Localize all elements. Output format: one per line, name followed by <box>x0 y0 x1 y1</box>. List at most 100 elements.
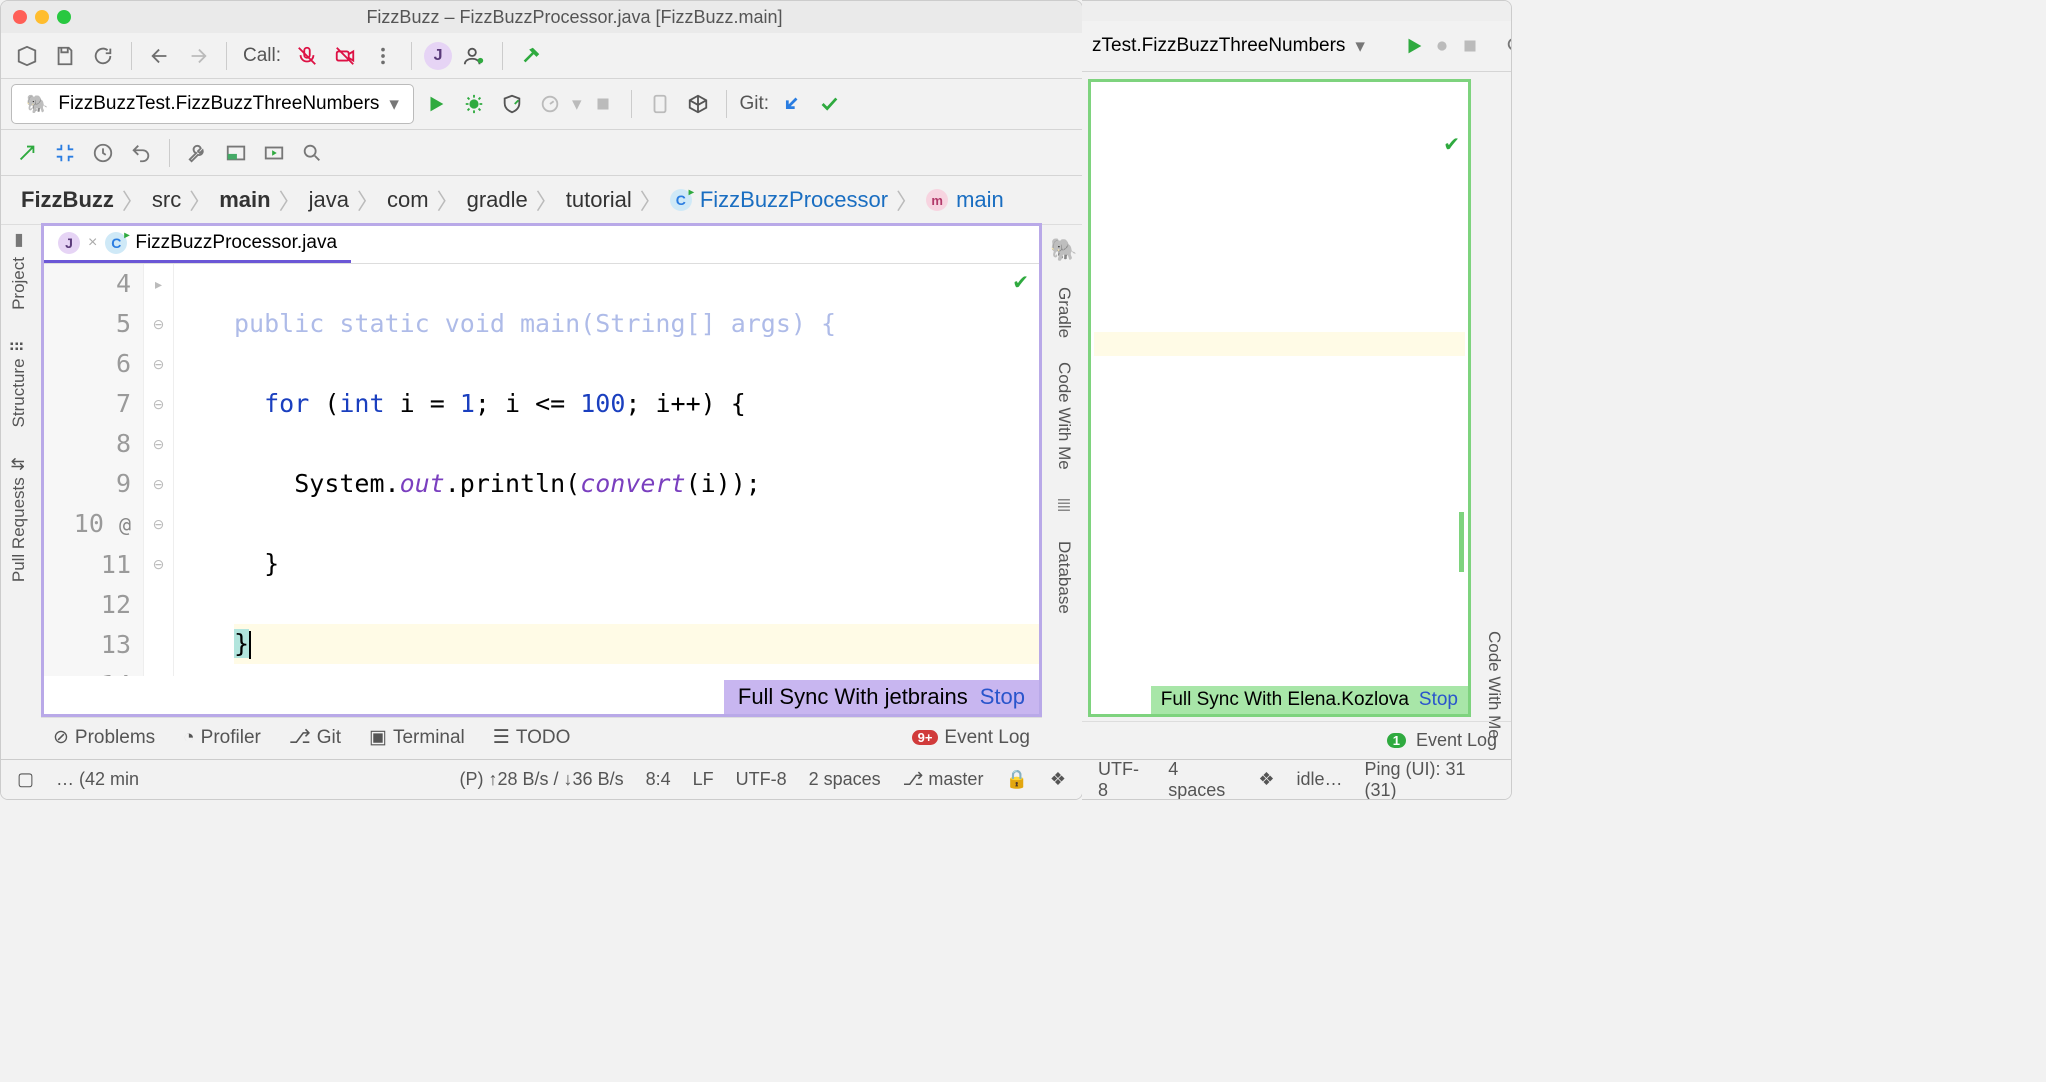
tool-project[interactable]: Project ▮ <box>9 231 29 310</box>
status-network[interactable]: (P) ↑28 B/s / ↓36 B/s <box>460 769 624 790</box>
tool-todo[interactable]: ☰TODO <box>493 726 571 749</box>
status-enc-r[interactable]: UTF-8 <box>1098 759 1146 801</box>
more-vert-icon[interactable] <box>367 40 399 72</box>
bc-tutorial[interactable]: tutorial <box>566 187 632 213</box>
history-icon[interactable] <box>87 137 119 169</box>
collapse-icon[interactable] <box>49 137 81 169</box>
titlebar[interactable]: FizzBuzz – FizzBuzzProcessor.java [FizzB… <box>1 1 1082 33</box>
forward-icon[interactable] <box>182 40 214 72</box>
tab-label: FizzBuzzProcessor.java <box>135 232 337 254</box>
package-icon[interactable] <box>682 88 714 120</box>
sync-banner: Full Sync With jetbrains Stop <box>724 680 1039 714</box>
bc-java[interactable]: java <box>309 187 349 213</box>
sync-text-right: Full Sync With Elena.Kozlova <box>1161 689 1409 711</box>
stop-icon[interactable] <box>1459 30 1481 62</box>
camera-off-icon[interactable] <box>329 40 361 72</box>
run-icon[interactable] <box>420 88 452 120</box>
tool-database[interactable]: Database <box>1054 541 1074 614</box>
wrench-icon[interactable] <box>182 137 214 169</box>
status-indent[interactable]: 2 spaces <box>809 769 881 790</box>
debug-icon[interactable] <box>458 88 490 120</box>
device-icon[interactable] <box>644 88 676 120</box>
gradle-icon: 🐘 <box>26 94 48 115</box>
build-hammer-icon[interactable] <box>515 40 547 72</box>
tool-windows-icon[interactable]: ▢ <box>17 769 34 790</box>
back-icon[interactable] <box>144 40 176 72</box>
tool-terminal[interactable]: ▣Terminal <box>369 726 465 749</box>
code-area[interactable]: 45678910 @1112131415 ▸⊖⊖⊖⊖⊖⊖⊖ public sta… <box>44 264 1039 676</box>
editor-tabs: J × C FizzBuzzProcessor.java <box>44 226 1039 264</box>
ide-window-left: FizzBuzz – FizzBuzzProcessor.java [FizzB… <box>0 0 1083 800</box>
expand-icon[interactable] <box>11 137 43 169</box>
bc-method[interactable]: main <box>956 187 1004 213</box>
search-icon[interactable] <box>1505 30 1512 62</box>
bc-project[interactable]: FizzBuzz <box>21 187 114 213</box>
profile-icon[interactable] <box>534 88 566 120</box>
sync-icon[interactable] <box>87 40 119 72</box>
search-icon[interactable] <box>296 137 328 169</box>
sync-stop-right[interactable]: Stop <box>1419 689 1458 711</box>
git-label: Git: <box>739 93 769 115</box>
run-target-icon[interactable] <box>258 137 290 169</box>
status-note[interactable]: … (42 min <box>56 769 139 790</box>
gradle-elephant-icon[interactable]: 🐘 <box>1050 237 1077 263</box>
breadcrumb[interactable]: FizzBuzz〉 src〉 main〉 java〉 com〉 gradle〉 … <box>1 176 1082 225</box>
user-avatar[interactable]: J <box>424 42 452 70</box>
sync-stop-link[interactable]: Stop <box>980 684 1025 710</box>
open-icon[interactable] <box>11 40 43 72</box>
status-branch[interactable]: ⎇ master <box>903 769 984 790</box>
editor-right[interactable]: ✔ Full Sync With Elena.Kozlova Stop <box>1088 79 1471 717</box>
debug-icon[interactable] <box>1431 30 1453 62</box>
tool-git[interactable]: ⎇Git <box>289 726 341 749</box>
inspection-ok-icon[interactable]: ✔ <box>1443 132 1460 157</box>
status-idle[interactable]: idle… <box>1296 769 1342 790</box>
event-log-right[interactable]: Event Log <box>1416 730 1497 751</box>
ide-status-icon[interactable]: ❖ <box>1050 769 1066 790</box>
tool-event-log[interactable]: 9+Event Log <box>912 727 1030 749</box>
bc-main[interactable]: main <box>219 187 270 213</box>
coverage-icon[interactable] <box>496 88 528 120</box>
gutter[interactable]: 45678910 @1112131415 <box>44 264 144 676</box>
fold-gutter[interactable]: ▸⊖⊖⊖⊖⊖⊖⊖ <box>144 264 174 676</box>
close-tab-icon[interactable]: × <box>88 234 97 252</box>
code-text[interactable]: public static void main(String[] args) {… <box>174 264 1039 676</box>
run-config-right[interactable]: zTest.FizzBuzzThreeNumbers ▾ <box>1092 26 1379 66</box>
lock-icon[interactable]: 🔒 <box>1005 769 1027 790</box>
status-line-sep[interactable]: LF <box>693 769 714 790</box>
status-indent-r[interactable]: 4 spaces <box>1168 759 1236 801</box>
tool-pull-requests[interactable]: Pull Requests ⇵ <box>9 457 29 582</box>
ide-status-icon[interactable]: ❖ <box>1258 769 1274 790</box>
left-tool-stripe: Project ▮ Structure ⠿ Pull Requests ⇵ <box>1 221 37 583</box>
tool-gradle[interactable]: Gradle <box>1054 287 1074 338</box>
bc-gradle[interactable]: gradle <box>467 187 528 213</box>
bc-src[interactable]: src <box>152 187 181 213</box>
run-configuration-dropdown[interactable]: 🐘 FizzBuzzTest.FizzBuzzThreeNumbers ▾ <box>11 84 414 124</box>
chevron-down-icon[interactable]: ▾ <box>572 93 582 116</box>
close-window-button[interactable] <box>13 10 27 24</box>
status-ping[interactable]: Ping (UI): 31 (31) <box>1364 759 1495 801</box>
git-update-icon[interactable] <box>775 88 807 120</box>
minimize-window-button[interactable] <box>35 10 49 24</box>
stop-icon[interactable] <box>587 88 619 120</box>
bc-class[interactable]: FizzBuzzProcessor <box>700 187 888 213</box>
chevron-down-icon: ▾ <box>1355 35 1365 58</box>
run-icon[interactable] <box>1403 30 1425 62</box>
status-caret[interactable]: 8:4 <box>646 769 671 790</box>
add-user-icon[interactable] <box>458 40 490 72</box>
editor-tab-active[interactable]: J × C FizzBuzzProcessor.java <box>44 226 351 263</box>
zoom-window-button[interactable] <box>57 10 71 24</box>
database-icon[interactable]: ≣ <box>1056 494 1072 517</box>
git-commit-icon[interactable] <box>813 88 845 120</box>
mic-off-icon[interactable] <box>291 40 323 72</box>
tool-profiler[interactable]: ◔Profiler <box>183 727 261 749</box>
bc-com[interactable]: com <box>387 187 429 213</box>
layout-icon[interactable] <box>220 137 252 169</box>
run-config-label-right: zTest.FizzBuzzThreeNumbers <box>1092 35 1345 57</box>
save-all-icon[interactable] <box>49 40 81 72</box>
status-encoding[interactable]: UTF-8 <box>736 769 787 790</box>
tool-problems[interactable]: ⊘Problems <box>53 726 155 749</box>
tool-code-with-me[interactable]: Code With Me <box>1054 362 1074 470</box>
highlighted-line <box>1094 332 1465 356</box>
tool-structure[interactable]: Structure ⠿ <box>9 340 29 427</box>
undo-icon[interactable] <box>125 137 157 169</box>
